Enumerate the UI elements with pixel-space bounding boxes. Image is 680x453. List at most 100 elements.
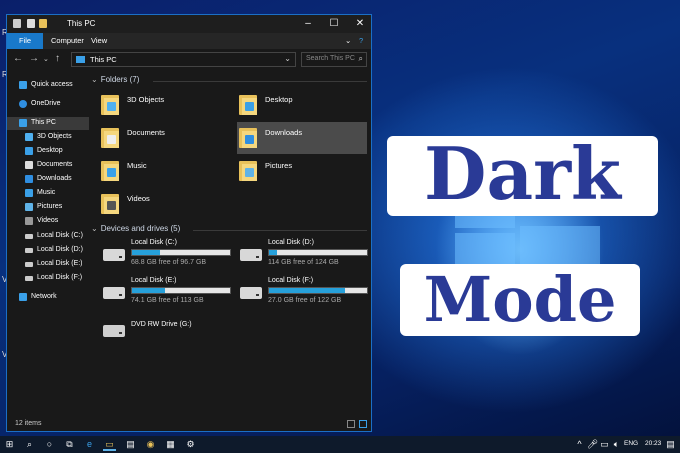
sidebar-item-this-pc[interactable]: This PC	[7, 117, 89, 130]
file-explorer-icon[interactable]: ▭	[103, 438, 116, 451]
app-icon[interactable]: ▦	[164, 438, 177, 451]
folder-icon	[239, 93, 257, 115]
sidebar-item-desktop[interactable]: Desktop	[7, 145, 89, 158]
search-input[interactable]: Search This PC ⌕	[301, 52, 367, 67]
chrome-icon[interactable]: ◉	[144, 438, 157, 451]
drive-icon	[25, 262, 33, 267]
folder-label: 3D Objects	[127, 95, 165, 104]
drive-name: Local Disk (D:)	[268, 239, 314, 246]
folders-header-label: Folders (7)	[100, 75, 140, 84]
sidebar-item-pictures[interactable]: Pictures	[7, 201, 89, 214]
sidebar-item-quick-access[interactable]: Quick access	[7, 79, 89, 92]
dvd-drive-icon	[103, 325, 125, 337]
forward-arrow-icon[interactable]: →	[29, 53, 39, 64]
task-view-icon[interactable]: ⧉	[63, 438, 76, 451]
drive-name: Local Disk (F:)	[268, 277, 314, 284]
drive-c[interactable]: Local Disk (C:) 68.8 GB free of 96.7 GB	[101, 239, 236, 271]
back-arrow-icon[interactable]: ←	[13, 53, 23, 64]
drive-icon	[240, 249, 262, 261]
download-icon	[25, 175, 33, 183]
drive-usage-fill	[132, 250, 161, 255]
tab-view[interactable]: View	[83, 33, 115, 49]
sidebar-item-label: OneDrive	[31, 100, 61, 107]
clock[interactable]: 20:23	[645, 440, 661, 447]
sidebar-item-local-disk-d[interactable]: Local Disk (D:)	[7, 244, 89, 257]
sidebar-item-local-disk-e[interactable]: Local Disk (E:)	[7, 258, 89, 271]
folder-3d-objects[interactable]: 3D Objects	[99, 89, 229, 121]
chevron-down-icon[interactable]: ⌄	[91, 75, 98, 84]
details-view-icon[interactable]	[347, 420, 355, 428]
quick-access-save-icon[interactable]	[13, 19, 21, 28]
language-indicator[interactable]: ENG	[624, 440, 638, 447]
computer-icon	[76, 56, 85, 63]
sidebar-item-documents[interactable]: Documents	[7, 159, 89, 172]
computer-icon	[19, 119, 27, 127]
start-windows-icon[interactable]: ⊞	[3, 438, 16, 451]
up-arrow-icon[interactable]: ↑	[55, 53, 60, 64]
search-icon[interactable]: ⌕	[23, 438, 36, 451]
sidebar-item-local-disk-c[interactable]: Local Disk (C:)	[7, 230, 89, 243]
tab-file[interactable]: File	[7, 33, 43, 49]
edge-icon[interactable]: e	[83, 438, 96, 451]
folder-documents[interactable]: Documents	[99, 122, 229, 154]
sidebar-item-label: Music	[37, 189, 56, 196]
folder-pictures[interactable]: Pictures	[237, 155, 367, 187]
folder-label: Documents	[127, 128, 165, 137]
navigation-pane: Quick access OneDrive This PC 3D Objects…	[7, 73, 89, 413]
cortana-icon[interactable]: ○	[43, 438, 56, 451]
help-icon[interactable]: ?	[351, 33, 371, 49]
drive-usage-bar	[131, 287, 231, 294]
drive-usage-bar	[268, 249, 368, 256]
drive-g-dvd[interactable]: DVD RW Drive (G:)	[101, 315, 236, 347]
windows-drive-icon	[103, 249, 125, 261]
cube-icon	[25, 133, 33, 141]
drive-d[interactable]: Local Disk (D:) 114 GB free of 124 GB	[238, 239, 373, 271]
quick-access-newfolder-icon[interactable]	[39, 19, 47, 28]
drive-free-space: 68.8 GB free of 96.7 GB	[131, 259, 207, 266]
sidebar-item-music[interactable]: Music	[7, 187, 89, 200]
divider	[153, 81, 367, 82]
sidebar-item-3d-objects[interactable]: 3D Objects	[7, 131, 89, 144]
drive-icon	[25, 248, 33, 253]
address-bar[interactable]: This PC ⌄	[71, 52, 296, 67]
sidebar-item-local-disk-f[interactable]: Local Disk (F:)	[7, 272, 89, 285]
folder-icon	[239, 126, 257, 148]
sidebar-item-network[interactable]: Network	[7, 291, 89, 304]
cloud-icon	[19, 100, 27, 108]
sidebar-item-onedrive[interactable]: OneDrive	[7, 98, 89, 111]
drive-icon	[240, 287, 262, 299]
folder-videos[interactable]: Videos	[99, 188, 229, 220]
maximize-button[interactable]: ☐	[321, 15, 347, 33]
dark-label: Dark	[424, 131, 621, 216]
drives-group-header[interactable]: ⌄ Devices and drives (5)	[91, 224, 180, 233]
volume-icon[interactable]: 🔈︎	[610, 438, 623, 451]
folder-music[interactable]: Music	[99, 155, 229, 187]
chevron-up-icon[interactable]: ^	[573, 438, 586, 451]
folder-downloads[interactable]: Downloads	[237, 122, 367, 154]
folders-group-header[interactable]: ⌄ Folders (7)	[91, 75, 139, 84]
drive-e[interactable]: Local Disk (E:) 74.1 GB free of 113 GB	[101, 277, 236, 309]
large-icons-view-icon[interactable]	[359, 420, 367, 428]
sidebar-item-label: Local Disk (C:)	[37, 232, 83, 239]
title-bar[interactable]: This PC – ☐ ✕	[7, 15, 371, 33]
store-icon[interactable]: ▤	[124, 438, 137, 451]
sidebar-item-videos[interactable]: Videos	[7, 215, 89, 228]
folder-label: Music	[127, 161, 147, 170]
sidebar-item-downloads[interactable]: Downloads	[7, 173, 89, 186]
document-icon	[25, 161, 33, 169]
sidebar-item-label: Network	[31, 293, 57, 300]
chevron-down-icon[interactable]: ⌄	[284, 54, 291, 63]
recent-dropdown-icon[interactable]: ⌄	[43, 55, 49, 63]
quick-access-properties-icon[interactable]	[27, 19, 35, 28]
close-button[interactable]: ✕	[347, 15, 373, 33]
settings-gear-icon[interactable]: ⚙	[184, 438, 197, 451]
folder-icon	[101, 93, 119, 115]
network-icon	[19, 293, 27, 301]
notifications-icon[interactable]: ▤	[664, 438, 677, 451]
minimize-button[interactable]: –	[295, 15, 321, 33]
chevron-down-icon[interactable]: ⌄	[91, 224, 98, 233]
folder-desktop[interactable]: Desktop	[237, 89, 367, 121]
item-count: 12 items	[15, 420, 42, 427]
folder-icon	[239, 159, 257, 181]
drive-f[interactable]: Local Disk (F:) 27.0 GB free of 122 GB	[238, 277, 373, 309]
